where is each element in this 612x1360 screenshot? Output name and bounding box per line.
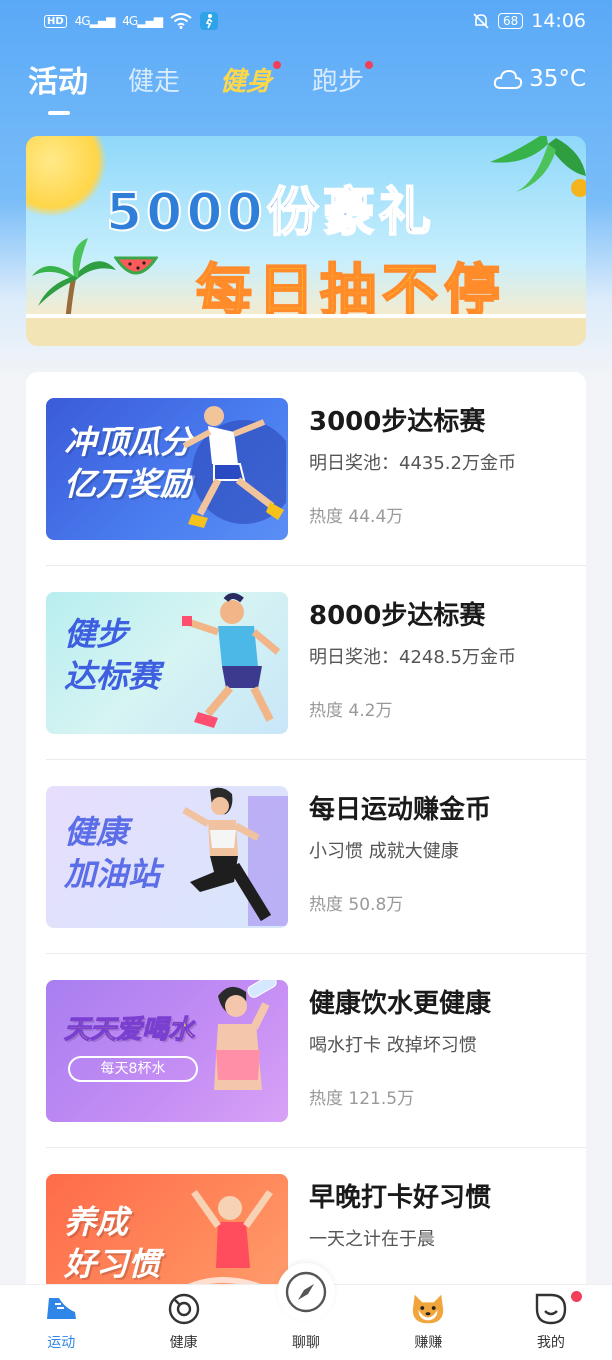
cell-signal-icon: 4G▂▄▆ [74,14,116,28]
sun-graphic [26,136,106,216]
activity-thumbnail: 健步 达标赛 [46,592,288,734]
activity-subtitle: 喝水打卡 改掉坏习惯 [309,1035,477,1056]
runner-figure-icon [182,406,286,528]
thumb-pill: 每天8杯水 [68,1056,198,1082]
shiba-dog-icon [413,1294,444,1324]
activity-subtitle: 小习惯 成就大健康 [309,841,459,862]
battery-icon: 68 [497,13,524,29]
nav-health[interactable]: 健康 [122,1285,244,1360]
activity-item-3000-steps[interactable]: 冲顶瓜分 亿万奖励 3000步达标赛 明日奖池：4435.2万金币 热度 44.… [26,372,586,566]
activity-popularity: 热度 50.8万 [309,895,404,915]
nav-label: 健康 [169,1335,198,1351]
notification-dot [273,60,282,69]
status-bar: HD 4G▂▄▆ 4G▂▄▆ 68 14:06 [0,0,612,42]
activity-title: 每日运动赚金币 [309,795,492,825]
activity-thumbnail: 冲顶瓜分 亿万奖励 [46,398,288,540]
nav-profile[interactable]: 我的 [490,1285,612,1360]
activity-item-8000-steps[interactable]: 健步 达标赛 8000步达标赛 明日奖池：4248.5万金币 热度 4.2万 [26,566,586,760]
wifi-icon [170,13,192,29]
notification-dot [365,60,374,69]
promo-banner[interactable]: 5000份豪礼 每日抽不停 [26,136,586,346]
active-tab-indicator [48,111,70,115]
cell-signal-icon-2: 4G▂▄▆ [122,14,163,28]
nav-label: 聊聊 [292,1335,321,1351]
activity-thumbnail: 天天爱喝水 每天8杯水 [46,980,288,1122]
fitness-woman-figure-icon [182,787,288,926]
step-counter-icon [199,12,218,30]
sprinter-figure-icon [182,593,281,728]
nav-label: 运动 [47,1335,76,1351]
cloud-icon [494,69,523,89]
watermelon-icon [114,256,158,275]
activity-popularity: 热度 4.2万 [309,701,393,721]
nav-earn[interactable]: 赚赚 [367,1285,489,1360]
nav-sports[interactable]: 运动 [0,1285,122,1360]
compass-icon [285,1271,327,1313]
activity-thumbnail: 养成 好习惯 [46,1174,288,1302]
nav-label: 赚赚 [414,1335,443,1351]
activity-title: 健康饮水更健康 [309,989,492,1019]
activity-thumbnail: 健康 加油站 [46,786,288,928]
palm-tree-right-icon [490,136,586,197]
profile-icon [535,1293,567,1325]
shoe-icon [47,1298,77,1319]
activity-title: 8000步达标赛 [309,601,486,631]
weather-widget[interactable]: 35°C [493,66,586,92]
tab-activity[interactable]: 活动 [28,57,88,115]
mute-bell-icon [473,13,489,29]
activity-subtitle: 明日奖池：4435.2万金币 [309,453,516,474]
activity-subtitle: 明日奖池：4248.5万金币 [309,647,516,668]
activity-item-daily-exercise[interactable]: 健康 加油站 每日运动赚金币 小习惯 成就大健康 热度 50.8万 [26,760,586,954]
banner-headline: 5000份豪礼 [105,182,435,244]
clock: 14:06 [531,10,586,32]
activity-subtitle: 一天之计在于晨 [309,1229,435,1250]
tab-fitness[interactable]: 健身 [220,60,282,98]
nav-chat[interactable]: 聊聊 [245,1263,367,1360]
nav-label: 我的 [536,1335,565,1351]
activity-title: 早晚打卡好习惯 [309,1183,492,1213]
activity-title: 3000步达标赛 [309,407,486,437]
activity-item-drink-water[interactable]: 天天爱喝水 每天8杯水 健康饮水更健康 喝水打卡 改掉坏习惯 热度 121.5万 [26,954,586,1148]
tab-running[interactable]: 跑步 [312,60,374,98]
bottom-nav-bar: 运动 健康 聊聊 赚赚 我的 [0,1263,612,1360]
drinking-woman-figure-icon [214,980,277,1090]
top-tab-bar: 活动 健走 健身 跑步 35°C [0,52,612,115]
health-ring-icon [168,1293,199,1325]
hd-indicator: HD [44,14,67,28]
beach-sand [26,314,586,346]
activity-list: 冲顶瓜分 亿万奖励 3000步达标赛 明日奖池：4435.2万金币 热度 44.… [26,372,586,1302]
notification-dot [571,1291,583,1302]
temperature: 35°C [529,66,586,92]
activity-popularity: 热度 121.5万 [309,1089,415,1109]
tab-walking[interactable]: 健走 [128,61,180,98]
activity-popularity: 热度 44.4万 [309,507,404,527]
